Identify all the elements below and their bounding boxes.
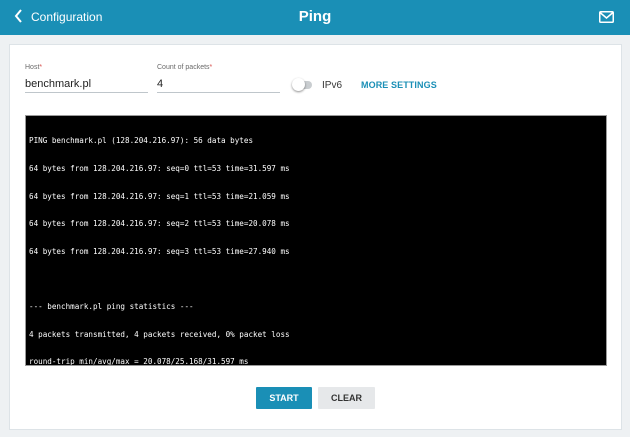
console-line: PING benchmark.pl (128.204.216.97): 56 d… [29,136,254,146]
resize-handle-icon[interactable] [598,357,605,364]
ipv6-toggle[interactable] [292,78,314,92]
count-label: Count of packets* [157,64,213,71]
start-button[interactable]: START [256,387,312,409]
ping-card: Host* Count of packets* IPv6 MORE SETTIN… [9,44,622,430]
console-line: round-trip min/avg/max = 20.078/25.168/3… [29,357,249,366]
host-label: Host* [25,64,43,71]
top-bar: Configuration Ping [0,0,630,35]
console-line: 64 bytes from 128.204.216.97: seq=1 ttl=… [29,191,290,201]
console-line: 64 bytes from 128.204.216.97: seq=0 ttl=… [29,164,290,173]
console-line: 4 packets transmitted, 4 packets receive… [29,329,290,339]
count-input[interactable] [157,75,280,93]
clear-button[interactable]: CLEAR [318,387,375,409]
page-title: Ping [298,8,332,25]
console-line: 64 bytes from 128.204.216.97: seq=2 ttl=… [29,219,290,229]
console-line: --- benchmark.pl ping statistics --- [29,301,194,311]
console-line: 64 bytes from 128.204.216.97: seq=3 ttl=… [29,246,290,256]
ipv6-toggle-knob [292,78,305,91]
mail-icon[interactable] [599,10,614,23]
more-settings-link[interactable]: MORE SETTINGS [361,80,437,90]
ipv6-label: IPv6 [322,80,343,91]
host-input[interactable] [25,75,148,93]
ping-output-console[interactable]: PING benchmark.pl (128.204.216.97): 56 d… [25,115,607,366]
